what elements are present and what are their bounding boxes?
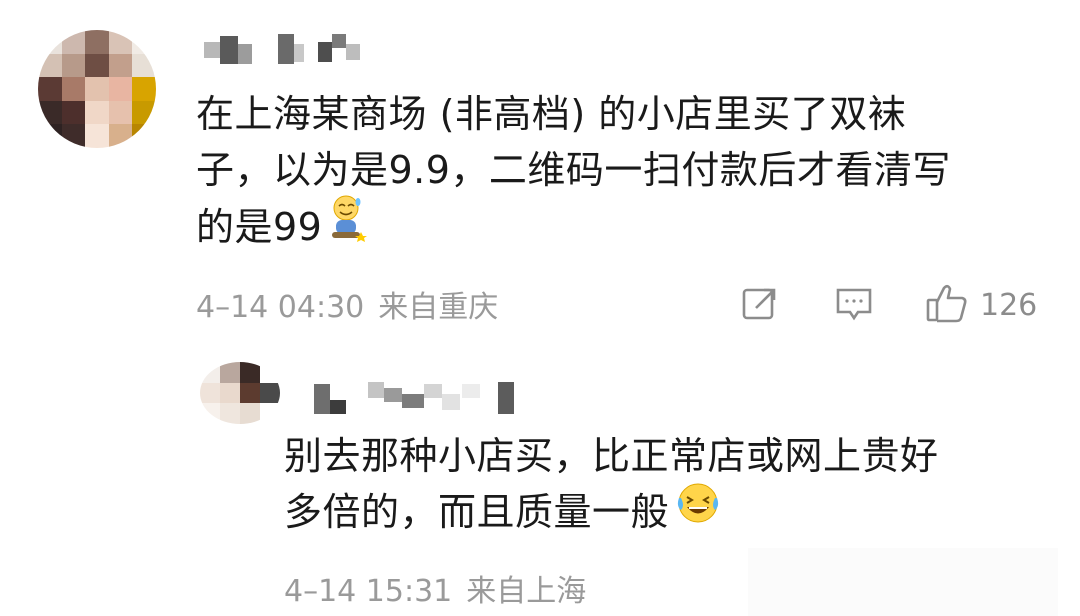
avatar-mosaic-tile (108, 30, 133, 54)
background-block (748, 548, 1058, 616)
avatar-mosaic-tile (260, 362, 280, 383)
thumbs-up-icon (924, 280, 970, 330)
avatar-mosaic-tile (38, 100, 62, 125)
avatar-mosaic-tile (200, 382, 220, 404)
avatar-mosaic-tile (132, 100, 156, 125)
comment-icon (834, 284, 874, 328)
avatar-mosaic-tile (200, 362, 220, 383)
avatar-mosaic-tile (108, 100, 133, 125)
reply-text: 别去那种小店买，比正常店或网上贵好 多倍的，而且质量一般 (284, 428, 1024, 545)
avatar-mosaic-tile (85, 30, 109, 54)
comment-text-tail: 的是99 (196, 205, 323, 249)
reply-avatar[interactable] (200, 362, 280, 424)
avatar-mosaic-tile (108, 77, 133, 101)
reply-text-line: 别去那种小店买，比正常店或网上贵好 (284, 434, 939, 478)
avatar-mosaic-tile (260, 382, 280, 404)
comment-text-line: 在上海某商场 (非高档) 的小店里买了双袜 (196, 92, 907, 136)
avatar-mosaic-tile (61, 53, 86, 78)
share-button[interactable] (740, 284, 780, 328)
avatar-mosaic-tile (132, 124, 156, 148)
avatar-mosaic-tile (85, 77, 109, 101)
laughing-crying-emoji (675, 480, 721, 541)
reply-text-tail: 多倍的，而且质量一般 (284, 490, 670, 534)
avatar-mosaic-tile (108, 53, 133, 78)
like-count: 126 (980, 287, 1038, 323)
avatar-mosaic-tile (38, 30, 62, 54)
avatar-mosaic-tile (85, 53, 109, 78)
reply-location: 来自上海 (466, 574, 587, 609)
like-button[interactable]: 126 (924, 280, 1037, 330)
comment-location: 来自重庆 (378, 290, 499, 325)
avatar-mosaic-tile (61, 30, 86, 54)
avatar-mosaic-tile (108, 124, 133, 148)
smile-sweat-emoji (328, 194, 368, 257)
avatar-mosaic-tile (38, 124, 62, 148)
avatar-mosaic-tile (240, 362, 260, 383)
comment-text: 在上海某商场 (非高档) 的小店里买了双袜 子，以为是9.9，二维码一扫付款后才… (196, 86, 1016, 261)
avatar-mosaic-tile (132, 30, 156, 54)
avatar-mosaic-tile (220, 362, 240, 383)
avatar-mosaic-tile (132, 53, 156, 78)
share-icon (740, 284, 780, 328)
avatar-mosaic-tile (38, 77, 62, 101)
comment-text-line: 的是99 (196, 195, 1016, 261)
avatar-mosaic-tile (61, 124, 86, 148)
avatar[interactable] (38, 30, 156, 148)
comment-time: 4–14 04:30 (196, 290, 365, 325)
avatar-mosaic-tile (200, 403, 220, 424)
avatar-mosaic-tile (260, 403, 280, 424)
reply-username-masked[interactable] (312, 380, 522, 414)
avatar-mosaic-tile (240, 382, 260, 404)
avatar-mosaic-tile (85, 100, 109, 125)
avatar-mosaic-tile (61, 100, 86, 125)
avatar-mosaic-tile (61, 77, 86, 101)
comment-text-line: 子，以为是9.9，二维码一扫付款后才看清写 (196, 148, 951, 192)
avatar-mosaic-tile (38, 53, 62, 78)
avatar-mosaic-tile (220, 382, 240, 404)
reply-meta: 4–14 15:31 来自上海 (284, 566, 586, 610)
avatar-mosaic-tile (85, 124, 109, 148)
avatar-mosaic-tile (132, 77, 156, 101)
reply-text-line: 多倍的，而且质量一般 (284, 483, 1024, 545)
avatar-mosaic-tile (220, 403, 240, 424)
comment-meta: 4–14 04:30 来自重庆 (196, 282, 498, 326)
comment-button[interactable] (834, 284, 874, 328)
username-masked[interactable] (200, 30, 360, 64)
avatar-mosaic-tile (240, 403, 260, 424)
reply-time: 4–14 15:31 (284, 574, 453, 609)
